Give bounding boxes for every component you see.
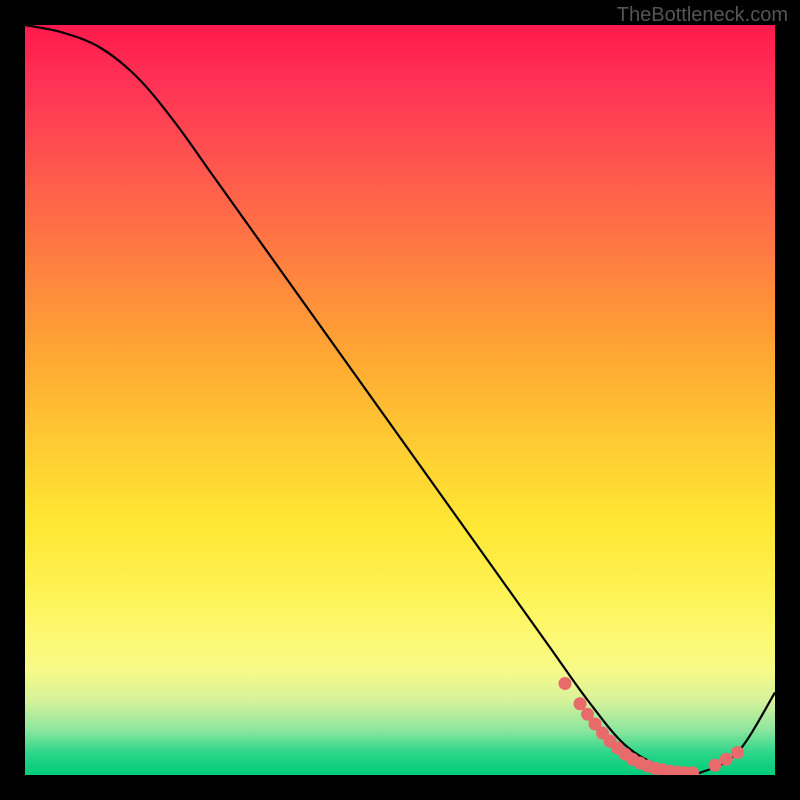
marker-dot: [720, 753, 733, 766]
watermark-text: TheBottleneck.com: [617, 4, 788, 27]
marker-dot: [559, 677, 572, 690]
marker-dot: [731, 746, 744, 759]
chart-plot-area: [25, 25, 775, 775]
highlight-markers: [559, 677, 745, 775]
chart-svg: [25, 25, 775, 775]
marker-dot: [709, 759, 722, 772]
bottleneck-curve-line: [25, 25, 775, 774]
marker-dot: [574, 697, 587, 710]
